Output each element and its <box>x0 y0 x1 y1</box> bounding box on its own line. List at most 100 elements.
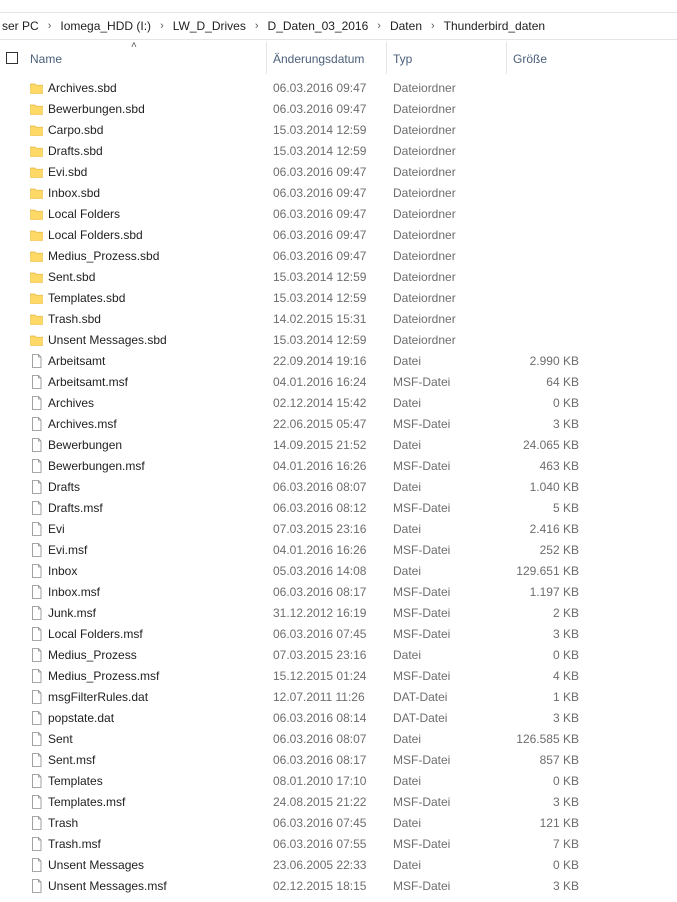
file-row[interactable]: Bewerbungen.msf 04.01.2016 16:26 MSF-Datei… <box>0 455 677 476</box>
file-name-cell[interactable]: Carpo.sbd <box>30 123 103 137</box>
file-name-cell[interactable]: msgFilterRules.dat <box>30 690 148 704</box>
file-row[interactable]: Templates.msf 24.08.2015 21:22 MSF-Datei 3 … <box>0 791 677 812</box>
file-row[interactable]: popstate.dat 06.03.2016 08:14 DAT-Datei 3 K… <box>0 707 677 728</box>
file-row[interactable]: msgFilterRules.dat 12.07.2011 11:26 DAT-Da… <box>0 686 677 707</box>
column-header-date[interactable]: Änderungsdatum <box>267 42 387 74</box>
file-row[interactable]: Local Folders.msf 06.03.2016 07:45 MSF-Dat… <box>0 623 677 644</box>
file-name-cell[interactable]: Unsent Messages.msf <box>30 879 167 893</box>
file-name-cell[interactable]: Archives.msf <box>30 417 117 431</box>
file-name-cell[interactable]: Evi <box>30 522 65 536</box>
file-date: 06.03.2016 08:07 <box>273 731 367 746</box>
file-row[interactable]: Inbox 05.03.2016 14:08 Datei 129.651 KB <box>0 560 677 581</box>
column-header-size[interactable]: Größe <box>507 42 587 74</box>
file-row[interactable]: Inbox.sbd 06.03.2016 09:47 Dateiordner <box>0 182 677 203</box>
file-name-cell[interactable]: Arbeitsamt <box>30 354 105 368</box>
file-name-cell[interactable]: popstate.dat <box>30 711 114 725</box>
file-name-cell[interactable]: Sent.sbd <box>30 270 95 284</box>
file-row[interactable]: Bewerbungen.sbd 06.03.2016 09:47 Dateiordn… <box>0 98 677 119</box>
chevron-right-icon[interactable]: › <box>424 20 442 32</box>
breadcrumb-item-d-daten[interactable]: D_Daten_03_2016 <box>266 19 371 33</box>
file-name-cell[interactable]: Medius_Prozess <box>30 648 137 662</box>
file-name-cell[interactable]: Archives <box>30 396 94 410</box>
file-name-cell[interactable]: Bewerbungen.sbd <box>30 102 145 116</box>
breadcrumb-item-pc[interactable]: ser PC <box>0 19 41 33</box>
file-name-cell[interactable]: Templates.sbd <box>30 291 125 305</box>
file-name-cell[interactable]: Local Folders.sbd <box>30 228 143 242</box>
file-row[interactable]: Arbeitsamt.msf 04.01.2016 16:24 MSF-Datei 6… <box>0 371 677 392</box>
file-name-cell[interactable]: Trash <box>30 816 78 830</box>
file-name-cell[interactable]: Junk.msf <box>30 606 96 620</box>
file-name-cell[interactable]: Inbox.msf <box>30 585 100 599</box>
file-name-cell[interactable]: Trash.msf <box>30 837 101 851</box>
breadcrumb-item-drive[interactable]: Iomega_HDD (I:) <box>58 19 153 33</box>
file-row[interactable]: Trash.sbd 14.02.2015 15:31 Dateiordner <box>0 308 677 329</box>
chevron-right-icon[interactable]: › <box>41 20 59 32</box>
column-header-name[interactable]: ˄ Name <box>0 41 267 74</box>
breadcrumb-item-lw-d-drives[interactable]: LW_D_Drives <box>171 19 248 33</box>
breadcrumb-item-thunderbird-daten[interactable]: Thunderbird_daten <box>442 19 547 33</box>
file-name-cell[interactable]: Templates <box>30 774 103 788</box>
file-name-cell[interactable]: Bewerbungen <box>30 438 122 452</box>
file-row[interactable]: Junk.msf 31.12.2012 16:19 MSF-Datei 2 KB <box>0 602 677 623</box>
file-name-cell[interactable]: Evi.msf <box>30 543 87 557</box>
breadcrumb-item-daten[interactable]: Daten <box>388 19 424 33</box>
file-row[interactable]: Evi 07.03.2015 23:16 Datei 2.416 KB <box>0 518 677 539</box>
file-name-cell[interactable]: Medius_Prozess.sbd <box>30 249 159 263</box>
file-row[interactable]: Unsent Messages.sbd 15.03.2014 12:59 Datei… <box>0 329 677 350</box>
file-row[interactable]: Medius_Prozess.sbd 06.03.2016 09:47 Dateio… <box>0 245 677 266</box>
file-name-cell[interactable]: Unsent Messages <box>30 858 144 872</box>
file-name-cell[interactable]: Drafts.msf <box>30 501 103 515</box>
file-name-cell[interactable]: Bewerbungen.msf <box>30 459 145 473</box>
select-all-checkbox[interactable] <box>6 52 18 64</box>
file-row[interactable]: Unsent Messages 23.06.2005 22:33 Datei 0 KB <box>0 854 677 875</box>
file-row[interactable]: Inbox.msf 06.03.2016 08:17 MSF-Datei 1.197 … <box>0 581 677 602</box>
file-row[interactable]: Arbeitsamt 22.09.2014 19:16 Datei 2.990 KB <box>0 350 677 371</box>
file-name-cell[interactable]: Evi.sbd <box>30 165 87 179</box>
file-row[interactable]: Archives.sbd 06.03.2016 09:47 Dateiordner <box>0 77 677 98</box>
file-name-cell[interactable]: Templates.msf <box>30 795 125 809</box>
file-row[interactable]: Medius_Prozess.msf 15.12.2015 01:24 MSF-Da… <box>0 665 677 686</box>
file-name-cell[interactable]: Unsent Messages.sbd <box>30 333 167 347</box>
file-row[interactable]: Sent.sbd 15.03.2014 12:59 Dateiordner <box>0 266 677 287</box>
file-row[interactable]: Archives 02.12.2014 15:42 Datei 0 KB <box>0 392 677 413</box>
file-name-cell[interactable]: Archives.sbd <box>30 81 117 95</box>
file-icon <box>32 605 42 620</box>
address-bar[interactable]: ser PC › Iomega_HDD (I:) › LW_D_Drives ›… <box>0 13 677 40</box>
file-name-cell[interactable]: Local Folders <box>30 207 120 221</box>
file-row[interactable]: Trash 06.03.2016 07:45 Datei 121 KB <box>0 812 677 833</box>
file-name-cell[interactable]: Local Folders.msf <box>30 627 143 641</box>
file-row[interactable]: Bewerbungen 14.09.2015 21:52 Datei 24.065 K… <box>0 434 677 455</box>
file-name-cell[interactable]: Inbox <box>30 564 77 578</box>
file-row[interactable]: Trash.msf 06.03.2016 07:55 MSF-Datei 7 KB <box>0 833 677 854</box>
file-row[interactable]: Carpo.sbd 15.03.2014 12:59 Dateiordner <box>0 119 677 140</box>
file-row[interactable]: Local Folders 06.03.2016 09:47 Dateiordner <box>0 203 677 224</box>
file-name-cell[interactable]: Drafts.sbd <box>30 144 103 158</box>
file-row[interactable]: Medius_Prozess 07.03.2015 23:16 Datei 0 KB <box>0 644 677 665</box>
file-name-cell[interactable]: Sent.msf <box>30 753 95 767</box>
file-row[interactable]: Sent 06.03.2016 08:07 Datei 126.585 KB <box>0 728 677 749</box>
file-row[interactable]: Drafts.msf 06.03.2016 08:12 MSF-Datei 5 KB <box>0 497 677 518</box>
column-header-type[interactable]: Typ <box>387 42 507 74</box>
file-name-cell[interactable]: Medius_Prozess.msf <box>30 669 159 683</box>
file-row[interactable]: Archives.msf 22.06.2015 05:47 MSF-Datei 3 K… <box>0 413 677 434</box>
file-row[interactable]: Templates 08.01.2010 17:10 Datei 0 KB <box>0 770 677 791</box>
file-row[interactable]: Drafts.sbd 15.03.2014 12:59 Dateiordner <box>0 140 677 161</box>
file-row[interactable]: Sent.msf 06.03.2016 08:17 MSF-Datei 857 KB <box>0 749 677 770</box>
file-row[interactable]: Local Folders.sbd 06.03.2016 09:47 Dateior… <box>0 224 677 245</box>
file-name-cell[interactable]: Arbeitsamt.msf <box>30 375 128 389</box>
chevron-right-icon[interactable]: › <box>153 20 171 32</box>
file-date: 06.03.2016 08:17 <box>273 584 367 599</box>
file-row[interactable]: Evi.msf 04.01.2016 16:26 MSF-Datei 252 KB <box>0 539 677 560</box>
file-date: 14.02.2015 15:31 <box>273 311 367 326</box>
file-row[interactable]: Unsent Messages.msf 02.12.2015 18:15 MSF-D… <box>0 875 677 896</box>
file-name: Sent.sbd <box>48 269 96 284</box>
file-name-cell[interactable]: Inbox.sbd <box>30 186 100 200</box>
file-name-cell[interactable]: Trash.sbd <box>30 312 101 326</box>
file-row[interactable]: Evi.sbd 06.03.2016 09:47 Dateiordner <box>0 161 677 182</box>
file-row[interactable]: Drafts 06.03.2016 08:07 Datei 1.040 KB <box>0 476 677 497</box>
file-name-cell[interactable]: Sent <box>30 732 73 746</box>
file-name-cell[interactable]: Drafts <box>30 480 80 494</box>
chevron-right-icon[interactable]: › <box>248 20 266 32</box>
chevron-right-icon[interactable]: › <box>370 20 388 32</box>
file-row[interactable]: Templates.sbd 15.03.2014 12:59 Dateiordner <box>0 287 677 308</box>
